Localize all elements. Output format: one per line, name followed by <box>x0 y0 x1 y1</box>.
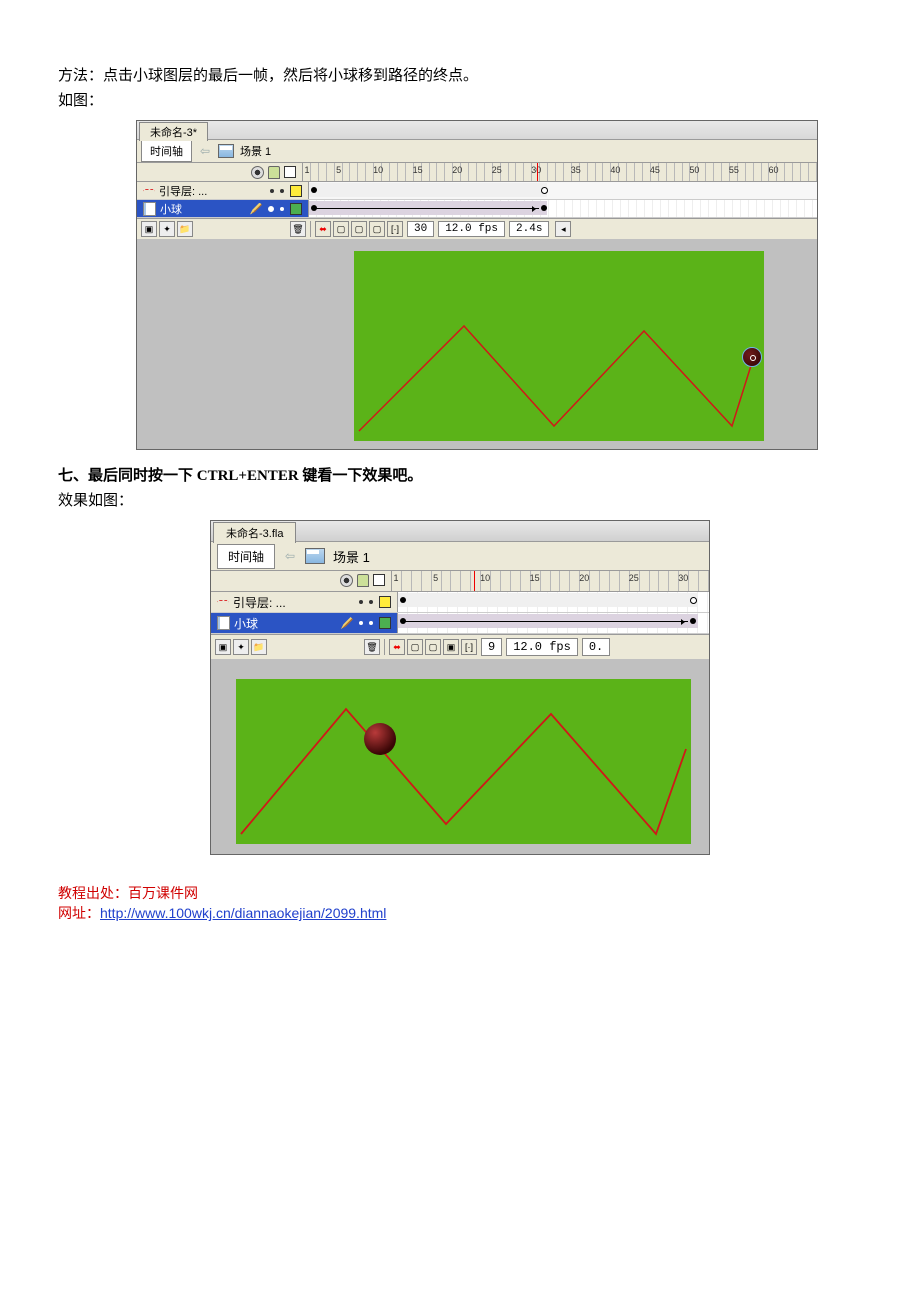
layer-name: 小球 <box>234 615 258 632</box>
step-seven-text: 七、最后同时按一下 CTRL+ENTER 键看一下效果吧。 <box>58 464 862 485</box>
fps-box: 12.0 fps <box>438 221 505 237</box>
ball-layer-row[interactable]: 小球 <box>137 200 309 217</box>
method-text: 方法：点击小球图层的最后一帧，然后将小球移到路径的终点。 <box>58 64 862 85</box>
visibility-dot[interactable] <box>268 206 274 212</box>
outline-color-box[interactable] <box>379 617 391 629</box>
add-layer-icon[interactable]: ▣ <box>215 639 231 655</box>
center-frame-icon[interactable]: ⬌ <box>315 221 331 237</box>
back-arrow-icon[interactable]: ⇦ <box>198 144 212 158</box>
eye-column-icon[interactable] <box>251 166 264 179</box>
add-layer-icon[interactable]: ▣ <box>141 221 157 237</box>
pencil-icon <box>341 617 353 629</box>
edit-multiple-icon[interactable]: ▢ <box>369 221 385 237</box>
elapsed-time-box: 0. <box>582 638 610 656</box>
add-folder-icon[interactable]: 📁 <box>177 221 193 237</box>
ball-layer-row[interactable]: 小球 <box>211 613 398 633</box>
layer-name: 小球 <box>160 201 182 217</box>
lock-dot[interactable] <box>280 189 284 193</box>
layer-name: 引导层: ... <box>159 183 207 199</box>
guide-layer-frames[interactable] <box>309 182 817 199</box>
scene-icon <box>218 144 234 158</box>
eye-column-icon[interactable] <box>340 574 353 587</box>
back-arrow-icon[interactable]: ⇦ <box>283 549 297 563</box>
onion-outlines-icon[interactable]: ▢ <box>425 639 441 655</box>
guide-layer-row[interactable]: 引导层: ... <box>211 592 398 612</box>
scroll-left-icon[interactable]: ◂ <box>555 221 571 237</box>
current-frame-box: 9 <box>481 638 502 656</box>
center-frame-icon[interactable]: ⬌ <box>389 639 405 655</box>
playhead[interactable] <box>474 571 475 591</box>
motion-path <box>354 251 764 441</box>
document-tab[interactable]: 未命名-3.fla <box>213 522 296 543</box>
onion-outlines-icon[interactable]: ▢ <box>351 221 367 237</box>
elapsed-time-box: 2.4s <box>509 221 549 237</box>
scene-label[interactable]: 场景 1 <box>240 143 271 159</box>
ball-layer-frames[interactable] <box>398 613 709 633</box>
playhead[interactable] <box>537 163 538 181</box>
lock-column-icon[interactable] <box>268 166 280 179</box>
outline-color-box[interactable] <box>290 203 302 215</box>
source-url-link[interactable]: http://www.100wkj.cn/diannaokejian/2099.… <box>100 905 386 921</box>
pencil-icon <box>250 203 262 215</box>
layer-icon <box>217 616 230 630</box>
ball-symbol <box>364 723 396 755</box>
motion-path <box>236 679 691 844</box>
outline-color-box[interactable] <box>290 185 302 197</box>
scene-label[interactable]: 场景 1 <box>333 547 370 566</box>
document-tab[interactable]: 未命名-3* <box>139 122 208 141</box>
layer-icon <box>143 202 156 216</box>
onion-markers-icon[interactable]: [·] <box>461 639 477 655</box>
trash-icon[interactable]: 🗑 <box>290 221 306 237</box>
onion-markers-icon[interactable]: [·] <box>387 221 403 237</box>
add-folder-icon[interactable]: 📁 <box>251 639 267 655</box>
add-guide-icon[interactable]: ✦ <box>159 221 175 237</box>
edit-multiple-icon[interactable]: ▣ <box>443 639 459 655</box>
frame-ruler[interactable] <box>303 163 817 181</box>
lock-dot[interactable] <box>369 600 373 604</box>
timeline-button[interactable]: 时间轴 <box>217 544 275 569</box>
stage-area[interactable] <box>137 239 817 449</box>
layer-name: 引导层: ... <box>233 594 286 611</box>
guide-layer-row[interactable]: 引导层: ... <box>137 182 309 199</box>
ball-symbol[interactable] <box>742 347 762 367</box>
stage-area[interactable] <box>211 659 709 854</box>
fps-box: 12.0 fps <box>506 638 578 656</box>
motion-guide-icon <box>143 186 155 196</box>
onion-skin-icon[interactable]: ▢ <box>333 221 349 237</box>
flash-screenshot-1: 未命名-3* 时间轴 ⇦ 场景 1 引导层: <box>136 120 818 450</box>
outline-column-icon[interactable] <box>373 574 385 586</box>
outline-color-box[interactable] <box>379 596 391 608</box>
motion-guide-icon <box>217 597 229 607</box>
outline-column-icon[interactable] <box>284 166 296 178</box>
lock-dot[interactable] <box>280 207 284 211</box>
onion-skin-icon[interactable]: ▢ <box>407 639 423 655</box>
add-guide-icon[interactable]: ✦ <box>233 639 249 655</box>
scene-icon <box>305 548 325 564</box>
source-text: 教程出处：百万课件网 <box>58 883 862 903</box>
guide-layer-frames[interactable] <box>398 592 709 612</box>
url-label: 网址： <box>58 905 100 921</box>
as-pic-text: 如图： <box>58 89 862 110</box>
trash-icon[interactable]: 🗑 <box>364 639 380 655</box>
frame-ruler[interactable] <box>392 571 709 591</box>
timeline-button[interactable]: 时间轴 <box>141 140 192 162</box>
flash-screenshot-2: 未命名-3.fla 时间轴 ⇦ 场景 1 引 <box>210 520 710 855</box>
lock-column-icon[interactable] <box>357 574 369 587</box>
visibility-dot[interactable] <box>359 621 363 625</box>
visibility-dot[interactable] <box>270 189 274 193</box>
lock-dot[interactable] <box>369 621 373 625</box>
effect-text: 效果如图： <box>58 489 862 510</box>
visibility-dot[interactable] <box>359 600 363 604</box>
ball-layer-frames[interactable] <box>309 200 817 217</box>
current-frame-box: 30 <box>407 221 434 237</box>
